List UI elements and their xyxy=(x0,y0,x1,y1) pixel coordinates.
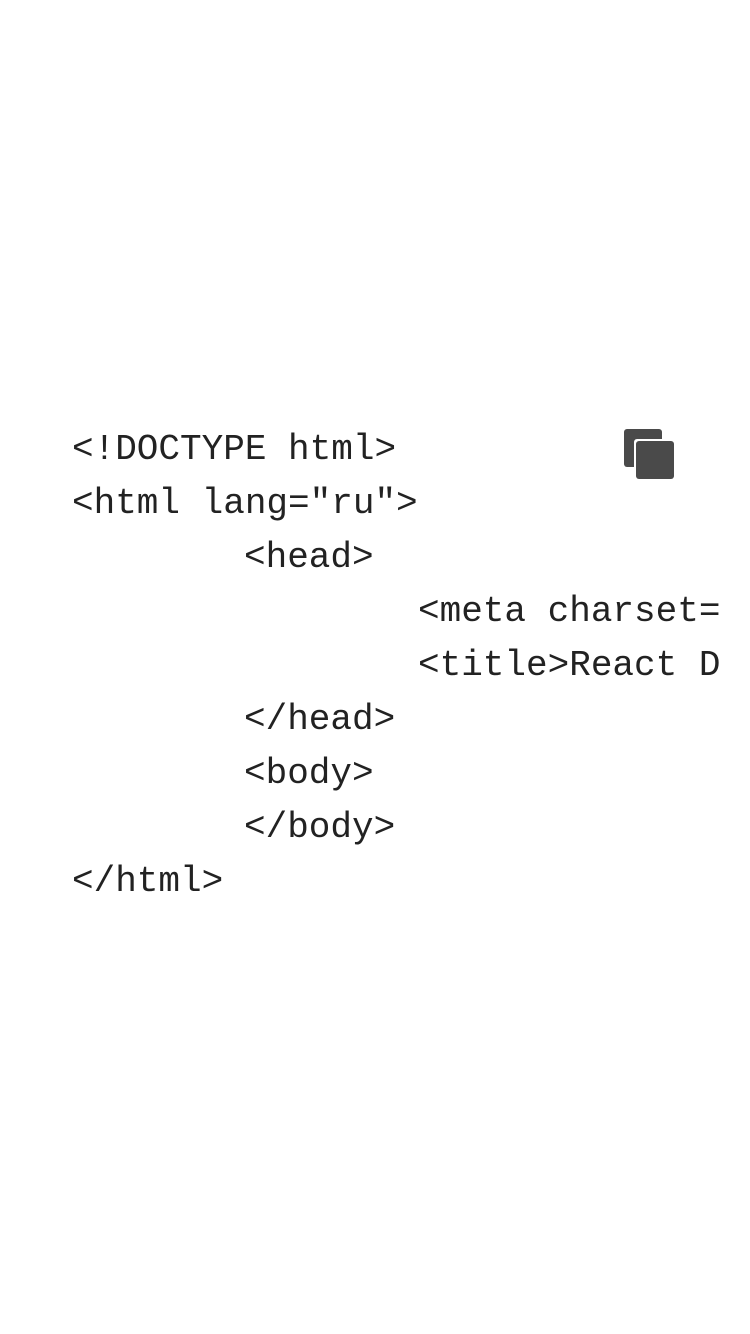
code-block: <!DOCTYPE html> <html lang="ru"> <head> … xyxy=(0,0,750,1334)
code-line-head-open: <head> xyxy=(244,537,374,578)
code-line-html-close: </html> xyxy=(72,861,224,902)
copy-button[interactable] xyxy=(622,427,676,481)
code-line-head-close: </head> xyxy=(244,699,396,740)
code-line-meta: <meta charset= xyxy=(418,591,721,632)
code-line-html-open: <html lang="ru"> xyxy=(72,483,418,524)
code-line-body-close: </body> xyxy=(244,807,396,848)
code-line-doctype: <!DOCTYPE html> xyxy=(72,429,397,470)
code-line-body-open: <body> xyxy=(244,753,374,794)
code-line-title: <title>React D xyxy=(418,645,721,686)
copy-icon-front-square xyxy=(636,441,674,479)
